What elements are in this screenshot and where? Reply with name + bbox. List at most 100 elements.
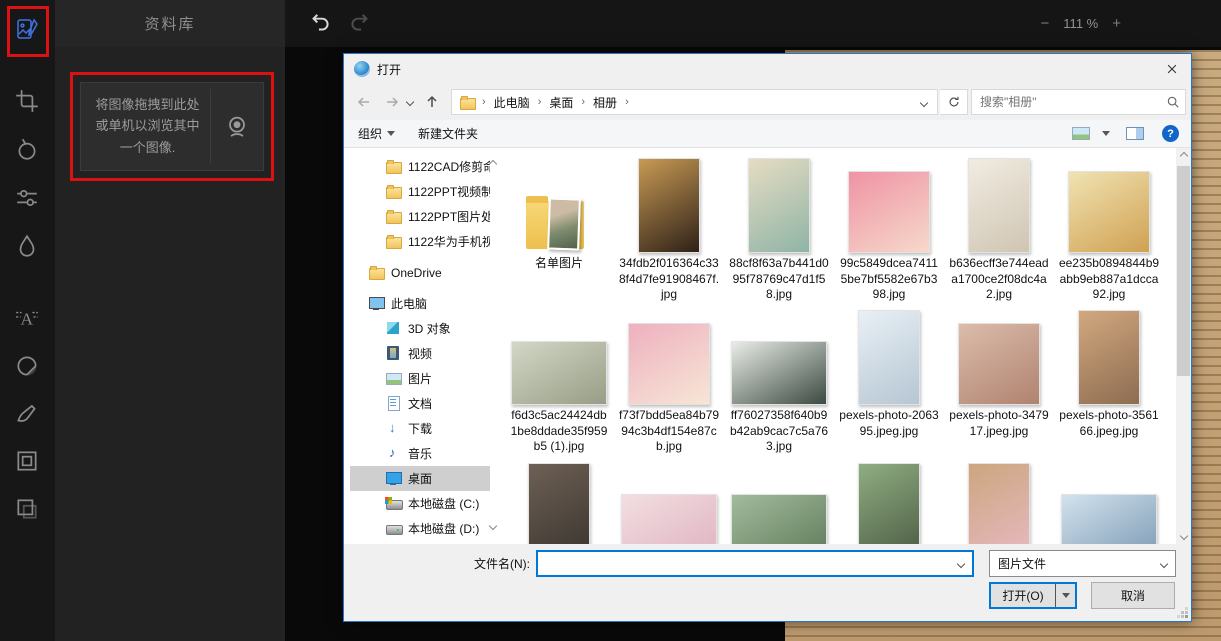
overlay-icon[interactable] (14, 496, 41, 523)
file-name: 名单图片 (534, 256, 583, 270)
scrollbar-thumb[interactable] (1177, 166, 1190, 376)
file-item[interactable] (504, 461, 614, 544)
tree-item[interactable]: OneDrive (350, 260, 490, 285)
tree-item[interactable]: 文档 (350, 391, 490, 416)
image-thumbnail (638, 158, 700, 253)
scrollbar[interactable] (1176, 148, 1191, 544)
file-item[interactable]: pexels-photo-356166.jpeg.jpg (1054, 308, 1164, 461)
folder-icon (460, 95, 476, 110)
open-split-dropdown[interactable] (1055, 584, 1075, 607)
file-item[interactable]: pexels-photo-347917.jpeg.jpg (944, 308, 1054, 461)
file-item[interactable]: b636ecff3e744eada1700ce2f08dc4a2.jpg (944, 156, 1054, 308)
file-item[interactable]: ee235b0894844b9abb9eb887a1dcca92.jpg (1054, 156, 1164, 308)
tree-item[interactable]: 桌面 (350, 466, 490, 491)
file-item[interactable] (1054, 461, 1164, 544)
file-thumbnail (617, 461, 721, 544)
frame-icon[interactable] (14, 448, 41, 475)
file-item[interactable]: 34fdb2f016364c338f4d7fe91908467f.jpg (614, 156, 724, 308)
filetype-select[interactable]: 图片文件 (989, 550, 1176, 577)
folder-item[interactable]: 名单图片 (504, 156, 614, 308)
forward-button[interactable] (380, 90, 404, 114)
tree-item[interactable]: 3D 对象 (350, 316, 490, 341)
adjust-sliders-icon[interactable] (14, 185, 41, 212)
resize-grip[interactable] (1185, 615, 1188, 618)
file-grid: 名单图片 34fdb2f016364c338f4d7fe91908467f.jpg… (504, 148, 1176, 544)
search-box[interactable] (971, 89, 1186, 115)
scroll-up-button[interactable] (1176, 148, 1191, 164)
file-item[interactable] (614, 461, 724, 544)
chevron-down-icon (405, 97, 415, 107)
file-item[interactable]: ff76027358f640b9b42ab9cac7c5a763.jpg (724, 308, 834, 461)
tree-item[interactable]: 1122PPT视频制 (350, 179, 490, 204)
file-item[interactable]: f73f7bdd5ea84b7994c3b4df154e87cb.jpg (614, 308, 724, 461)
back-button[interactable] (352, 90, 376, 114)
file-item[interactable] (834, 461, 944, 544)
app-logo-icon (354, 61, 370, 77)
tree-item[interactable]: 1122PPT图片处 (350, 204, 490, 229)
breadcrumb-album[interactable]: 相册 (587, 94, 623, 111)
file-item[interactable]: 99c5849dcea74115be7bf5582e67b398.jpg (834, 156, 944, 308)
undo-button[interactable] (307, 10, 333, 36)
effects-flask-icon[interactable] (14, 136, 41, 163)
preview-pane-button[interactable] (1120, 120, 1150, 147)
breadcrumb-this-pc[interactable]: 此电脑 (488, 94, 536, 111)
filename-dropdown[interactable] (950, 559, 972, 568)
file-thumbnail (507, 461, 611, 544)
thumbnail-view-button[interactable] (1066, 120, 1096, 147)
redo-button[interactable] (347, 10, 373, 36)
file-item[interactable]: f6d3c5ac24424db1be8ddade35f959b5 (1).jpg (504, 308, 614, 461)
filename-input[interactable] (538, 552, 950, 575)
open-button[interactable]: 打开(O) (989, 582, 1077, 609)
tree-scroll-down[interactable] (488, 518, 498, 532)
file-item[interactable]: 88cf8f63a7b441d095f78769c47d1f58.jpg (724, 156, 834, 308)
cancel-button-label: 取消 (1120, 589, 1145, 603)
up-button[interactable] (420, 90, 444, 114)
refresh-button[interactable] (940, 89, 968, 115)
scroll-down-button[interactable] (1176, 528, 1191, 544)
tree-item[interactable]: 本地磁盘 (D:) (350, 516, 490, 541)
file-name: 99c5849dcea74115be7bf5582e67b398.jpg (840, 256, 938, 302)
up-icon (427, 95, 437, 107)
file-thumbnail (947, 461, 1051, 544)
breadcrumb-desktop[interactable]: 桌面 (543, 94, 579, 111)
close-button[interactable] (1161, 59, 1183, 79)
chevron-down-icon (1179, 531, 1188, 541)
file-item[interactable]: pexels-photo-206395.jpeg.jpg (834, 308, 944, 461)
sticker-icon[interactable] (14, 353, 41, 380)
address-bar[interactable]: › 此电脑 › 桌面 › 相册 › (451, 89, 938, 115)
tree-item[interactable]: 视频 (350, 341, 490, 366)
file-item[interactable] (944, 461, 1054, 544)
text-tool-icon[interactable]: A (14, 305, 41, 332)
tree-item[interactable]: 1122CAD修剪命 (350, 154, 490, 179)
preview-pane-icon (1126, 127, 1144, 140)
tree-item-label: 音乐 (408, 447, 433, 461)
tree-item[interactable]: 1122华为手机视 (350, 229, 490, 254)
zoom-out-button[interactable]: − (1041, 15, 1050, 32)
tree-item[interactable]: 本地磁盘 (C:) (350, 491, 490, 516)
cancel-button[interactable]: 取消 (1091, 582, 1175, 609)
organize-button[interactable]: 组织 (352, 120, 401, 147)
tree-scroll-up[interactable] (488, 156, 498, 170)
chevron-down-icon (1159, 559, 1169, 568)
address-dropdown[interactable] (915, 95, 933, 109)
tree-item[interactable]: 此电脑 (350, 291, 490, 316)
view-options-dropdown[interactable] (1096, 120, 1116, 147)
file-item[interactable] (724, 461, 834, 544)
image-dropzone[interactable]: 将图像拖拽到此处或单机以浏览其中一个图像. (80, 82, 264, 171)
browse-button[interactable] (211, 83, 263, 170)
tree-item[interactable]: 图片 (350, 366, 490, 391)
new-folder-button[interactable]: 新建文件夹 (412, 120, 484, 147)
dialog-title-bar[interactable]: 打开 (344, 54, 1191, 84)
zoom-in-button[interactable]: + (1112, 15, 1121, 32)
droplet-icon[interactable] (14, 233, 41, 260)
image-thumbnail (511, 341, 607, 405)
tree-item[interactable]: 下载 (350, 416, 490, 441)
search-input[interactable] (972, 95, 1161, 109)
tree-item[interactable]: 音乐 (350, 441, 490, 466)
crop-icon[interactable] (14, 88, 41, 115)
chevron-down-icon (1102, 131, 1110, 136)
help-button[interactable]: ? (1156, 120, 1185, 147)
history-dropdown[interactable] (404, 90, 416, 114)
draw-brush-icon[interactable] (14, 400, 41, 427)
tree-item-label: 1122PPT图片处 (408, 210, 490, 224)
